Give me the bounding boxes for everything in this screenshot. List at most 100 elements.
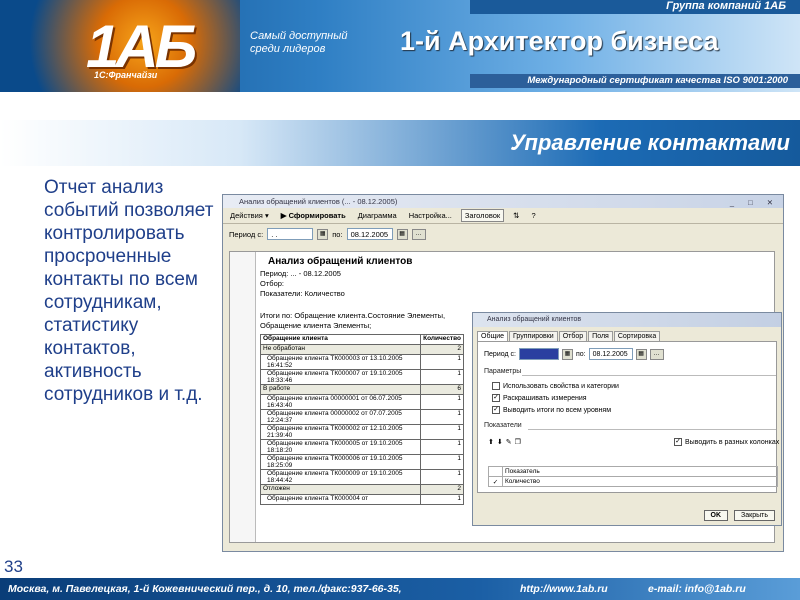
dialog-period-to-label: по: <box>575 350 586 358</box>
dialog-titlebar: Анализ обращений клиентов <box>473 313 781 327</box>
request-cell: Обращение клиента 00000001 от 06.07.2005… <box>259 394 422 410</box>
slide-title: Управление контактами <box>510 130 790 155</box>
window-controls[interactable]: _ □ ✕ <box>730 196 779 209</box>
checkbox-checked[interactable]: ✓ <box>492 406 500 414</box>
footer-website-link[interactable]: http://www.1ab.ru <box>520 578 608 600</box>
settings-button[interactable]: Настройка... <box>406 210 455 221</box>
tab-filter[interactable]: Отбор <box>558 331 588 341</box>
table-row[interactable]: Обращение клиента ТК000007 от 19.10.2005… <box>259 369 464 385</box>
calendar-icon[interactable]: ▦ <box>396 228 408 240</box>
period-from-field[interactable]: . . <box>267 228 314 240</box>
option-totals-all-levels[interactable]: ✓ Выводить итоги по всем уровням <box>492 406 611 414</box>
table-row[interactable]: Обращение клиента 00000001 от 06.07.2005… <box>259 394 464 410</box>
count-cell: 1 <box>420 454 464 470</box>
table-row[interactable]: Отложен 2 <box>259 484 464 495</box>
request-cell: Обращение клиента ТК000009 от 19.10.2005… <box>259 469 422 485</box>
option-color-dimensions-label: Раскрашивать измерения <box>503 394 587 402</box>
ok-button[interactable]: OK <box>703 510 729 521</box>
dialog-period-row: Период с: ▦ по: 08.12.2005 ▦ … <box>484 348 664 360</box>
certificate-line: Международный сертификат качества ISO 90… <box>470 74 800 88</box>
toolbar-icon-help[interactable]: ? <box>528 210 538 221</box>
checkbox-checked[interactable]: ✓ <box>674 438 682 446</box>
request-cell: Отложен <box>259 484 422 495</box>
tab-groupings[interactable]: Группировки <box>509 331 558 341</box>
table-row[interactable]: Обращение клиента ТК000003 от 13.10.2005… <box>259 354 464 370</box>
period-to-label: по: <box>332 229 343 239</box>
move-down-icon[interactable]: ⬇ <box>497 438 503 446</box>
request-cell: Обращение клиента 00000002 от 07.07.2005… <box>259 409 422 425</box>
slogan-line-2: среди лидеров <box>250 43 326 55</box>
report-window-title: Анализ обращений клиентов (... - 08.12.2… <box>239 197 398 206</box>
indicators-table: Показатель ✓ Количество <box>488 466 778 487</box>
params-header-label: Параметры <box>484 368 522 375</box>
option-color-dimensions[interactable]: ✓ Раскрашивать измерения <box>492 394 587 402</box>
column-header-request: Обращение клиента <box>259 334 422 345</box>
dialog-period-select-button[interactable]: … <box>649 348 664 360</box>
period-select-button[interactable]: … <box>411 228 426 240</box>
calendar-icon[interactable]: ▦ <box>635 348 647 360</box>
report-period: Период: ... - 08.12.2005 <box>260 269 341 278</box>
period-to-field[interactable]: 08.12.2005 <box>346 228 393 240</box>
tab-sorting[interactable]: Сортировка <box>613 331 661 341</box>
copy-icon[interactable]: ❐ <box>515 438 521 446</box>
close-button[interactable]: Закрыть <box>734 510 775 521</box>
actions-menu[interactable]: Действия ▾ <box>227 210 272 221</box>
report-totals-1: Итоги по: Обращение клиента.Состояние Эл… <box>260 311 446 320</box>
header-button[interactable]: Заголовок <box>460 209 505 222</box>
company-logo: 1АБ 1С:Франчайзи <box>0 0 240 92</box>
count-cell: 1 <box>420 469 464 485</box>
calendar-icon[interactable]: ▦ <box>317 228 329 240</box>
count-cell: 1 <box>420 409 464 425</box>
table-row[interactable]: Обращение клиента ТК000002 от 12.10.2005… <box>259 424 464 440</box>
divider <box>522 375 776 376</box>
checkbox-unchecked[interactable] <box>492 382 500 390</box>
tab-general[interactable]: Общие <box>477 331 509 341</box>
company-group-label: Группа компаний 1АБ <box>666 0 786 12</box>
option-use-properties-label: Использовать свойства и категории <box>503 382 619 390</box>
move-up-icon[interactable]: ⬆ <box>488 438 494 446</box>
calendar-icon[interactable]: ▦ <box>561 348 573 360</box>
table-row[interactable]: Обращение клиента ТК000005 от 19.10.2005… <box>259 439 464 455</box>
slide-title-bar: Управление контактами <box>0 120 800 166</box>
report-toolbar: Действия ▾ ▶ Сформировать Диаграмма Наст… <box>223 208 783 224</box>
divider <box>528 429 776 430</box>
count-cell: 6 <box>420 384 464 395</box>
indicator-column-header: Показатель <box>502 466 778 477</box>
params-header: Параметры <box>484 368 521 375</box>
dialog-period-label: Период с: <box>484 350 516 358</box>
column-header-count: Количество <box>420 334 464 345</box>
request-cell: Обращение клиента ТК000007 от 19.10.2005… <box>259 369 422 385</box>
dialog-period-to-field[interactable]: 08.12.2005 <box>588 348 633 360</box>
footer-email-link[interactable]: e-mail: info@1ab.ru <box>648 578 746 600</box>
report-filter: Отбор: <box>260 279 284 288</box>
edit-icon[interactable]: ✎ <box>506 438 512 446</box>
option-separate-columns[interactable]: ✓ Выводить в разных колонках <box>674 438 779 446</box>
request-cell: Не обработан <box>259 344 422 355</box>
footer-address: Москва, м. Павелецкая, 1-й Кожевнический… <box>8 583 402 595</box>
table-row[interactable]: Не обработан 2 <box>259 344 464 355</box>
table-row[interactable]: Обращение клиента ТК000004 от 1 <box>259 494 464 505</box>
count-cell: 1 <box>420 369 464 385</box>
table-row[interactable]: Обращение клиента ТК000009 от 19.10.2005… <box>259 469 464 485</box>
table-row[interactable]: Обращение клиента ТК000006 от 19.10.2005… <box>259 454 464 470</box>
checkbox-checked[interactable]: ✓ <box>492 394 500 402</box>
diagram-button[interactable]: Диаграмма <box>355 210 400 221</box>
request-cell: Обращение клиента ТК000004 от <box>259 494 422 505</box>
tab-fields[interactable]: Поля <box>588 331 613 341</box>
grouping-margin <box>230 252 256 542</box>
page-number: 33 <box>4 557 23 576</box>
indicator-value[interactable]: Количество <box>502 476 778 487</box>
indicator-checkbox[interactable]: ✓ <box>488 476 503 487</box>
toolbar-icon-sort[interactable]: ⇅ <box>510 210 522 221</box>
count-cell: 2 <box>420 344 464 355</box>
table-row[interactable]: В работе 6 <box>259 384 464 395</box>
report-totals-2: Обращение клиента Элементы; <box>260 321 372 330</box>
request-cell: В работе <box>259 384 422 395</box>
count-cell: 1 <box>420 394 464 410</box>
table-row[interactable]: Обращение клиента 00000002 от 07.07.2005… <box>259 409 464 425</box>
option-use-properties[interactable]: Использовать свойства и категории <box>492 382 619 390</box>
dialog-period-from-field[interactable] <box>518 348 559 360</box>
slogan: Самый доступный среди лидеров <box>250 30 347 56</box>
generate-button[interactable]: ▶ Сформировать <box>278 210 349 221</box>
general-tab-pane: Период с: ▦ по: 08.12.2005 ▦ … Параметры… <box>477 341 779 493</box>
